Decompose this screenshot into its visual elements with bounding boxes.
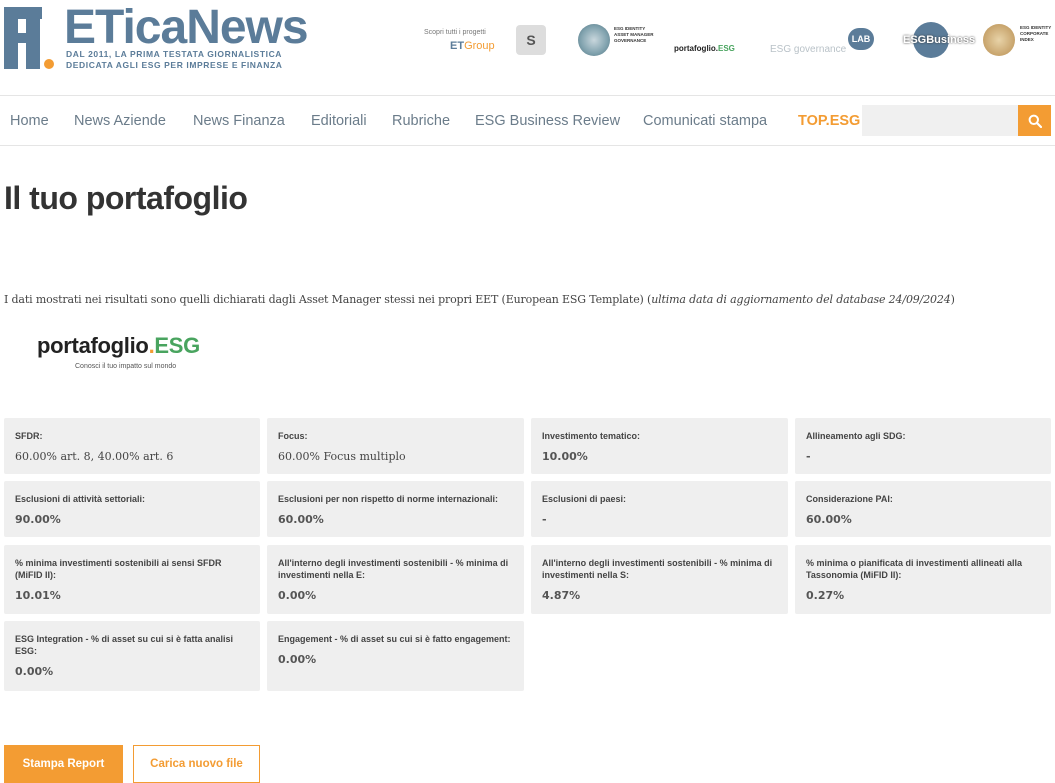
card-label: Engagement - % di asset su cui si è fatt…: [278, 634, 511, 644]
nav-item-esg-business-review[interactable]: ESG Business Review: [475, 113, 620, 129]
nav-item-news-aziende[interactable]: News Aziende: [74, 113, 166, 129]
card-value: 0.00%: [278, 589, 317, 602]
partner-s-logo[interactable]: S: [516, 25, 546, 55]
card-label: Allineamento agli SDG:: [806, 431, 906, 441]
card-value: -: [806, 450, 811, 463]
card-value: 60.00%: [278, 513, 324, 526]
card-label: Esclusioni di attività settoriali:: [15, 494, 146, 504]
brand-tagline-1: DAL 2011, LA PRIMA TESTATA GIORNALISTICA: [66, 49, 283, 59]
data-disclaimer: I dati mostrati nei risultati sono quell…: [4, 293, 955, 306]
partner-corporate-index-logo[interactable]: [983, 24, 1015, 56]
card-value: 60.00% art. 8, 40.00% art. 6: [15, 450, 174, 463]
partner-fingerprint-text: ESG IDENTITY ASSET MANAGER GOVERNANCE: [614, 26, 654, 43]
portafoglio-esg-logo: portafoglio.ESG Conosci il tuo impatto s…: [37, 333, 200, 370]
card-sostenibili-s: All'interno degli investimenti sostenibi…: [531, 545, 788, 614]
card-label: ESG Integration - % di asset su cui si è…: [15, 634, 234, 656]
card-value: 0.27%: [806, 589, 845, 602]
print-report-button[interactable]: Stampa Report: [4, 745, 123, 783]
card-value: 60.00%: [806, 513, 852, 526]
site-header: ETicaNews DAL 2011, LA PRIMA TESTATA GIO…: [0, 0, 1055, 80]
nav-item-comunicati-stampa[interactable]: Comunicati stampa: [643, 113, 767, 129]
card-value: 4.87%: [542, 589, 581, 602]
brand-tagline-2: DEDICATA AGLI ESG PER IMPRESE E FINANZA: [66, 60, 283, 70]
card-esclusioni-settoriali: Esclusioni di attività settoriali: 90.00…: [4, 481, 260, 537]
partner-fingerprint-logo[interactable]: [578, 24, 610, 56]
card-label: Esclusioni di paesi:: [542, 494, 627, 504]
card-value: 0.00%: [15, 665, 54, 678]
search-icon: [1028, 114, 1042, 128]
card-focus: Focus: 60.00% Focus multiplo: [267, 418, 524, 474]
card-value: 0.00%: [278, 653, 317, 666]
nav-item-home[interactable]: Home: [10, 113, 49, 129]
partner-esg-business-logo[interactable]: ESGBusiness: [903, 22, 975, 58]
card-esclusioni-paesi: Esclusioni di paesi: -: [531, 481, 788, 537]
card-label: Investimento tematico:: [542, 431, 641, 441]
nav-item-editoriali[interactable]: Editoriali: [311, 113, 367, 129]
card-label: Focus:: [278, 431, 308, 441]
partner-portafoglio-esg-logo[interactable]: portafoglio. ESG: [674, 30, 735, 66]
etgroup-link[interactable]: ETGroup: [450, 40, 495, 52]
partner-esg-governance-logo[interactable]: ESG governance: [770, 31, 846, 67]
nav-item-rubriche[interactable]: Rubriche: [392, 113, 450, 129]
card-label: % minima investimenti sostenibili ai sen…: [15, 558, 222, 580]
card-esg-integration: ESG Integration - % di asset su cui si è…: [4, 621, 260, 691]
partner-corporate-index-text: ESG IDENTITY CORPORATE INDEX: [1020, 25, 1052, 42]
card-considerazione-pai: Considerazione PAI: 60.00%: [795, 481, 1051, 537]
card-engagement: Engagement - % di asset su cui si è fatt…: [267, 621, 524, 691]
brand-name[interactable]: ETicaNews: [64, 4, 309, 52]
card-value: 10.01%: [15, 589, 61, 602]
logo-subtitle: Conosci il tuo impatto sul mondo: [75, 363, 177, 370]
card-label: SFDR:: [15, 431, 43, 441]
card-sfdr: SFDR: 60.00% art. 8, 40.00% art. 6: [4, 418, 260, 474]
card-label: All'interno degli investimenti sostenibi…: [542, 558, 773, 580]
main-nav: Home News Aziende News Finanza Editorial…: [0, 95, 1055, 146]
card-value: 90.00%: [15, 513, 61, 526]
card-label: All'interno degli investimenti sostenibi…: [278, 558, 509, 580]
etica-logo-mark[interactable]: [4, 7, 56, 69]
card-allineamento-sdg: Allineamento agli SDG: -: [795, 418, 1051, 474]
card-tassonomia: % minima o pianificata di investimenti a…: [795, 545, 1051, 614]
card-label: Esclusioni per non rispetto di norme int…: [278, 494, 499, 504]
card-esclusioni-norme: Esclusioni per non rispetto di norme int…: [267, 481, 524, 537]
nav-item-top-esg[interactable]: TOP.ESG: [798, 113, 860, 129]
partner-lab-badge[interactable]: LAB: [848, 28, 874, 50]
card-value: -: [542, 513, 547, 526]
card-value: 60.00% Focus multiplo: [278, 450, 406, 463]
card-label: % minima o pianificata di investimenti a…: [806, 558, 1023, 580]
upload-new-file-button[interactable]: Carica nuovo file: [133, 745, 260, 783]
card-value: 10.00%: [542, 450, 588, 463]
card-investimento-tematico: Investimento tematico: 10.00%: [531, 418, 788, 474]
card-min-sostenibili: % minima investimenti sostenibili ai sen…: [4, 545, 260, 614]
page-title: Il tuo portafoglio: [4, 180, 248, 216]
search-button[interactable]: [1018, 105, 1051, 136]
partners-label: Scopri tutti i progetti: [424, 29, 486, 36]
card-label: Considerazione PAI:: [806, 494, 893, 504]
search-input[interactable]: [862, 105, 1018, 136]
nav-item-news-finanza[interactable]: News Finanza: [193, 113, 285, 129]
card-sostenibili-e: All'interno degli investimenti sostenibi…: [267, 545, 524, 614]
